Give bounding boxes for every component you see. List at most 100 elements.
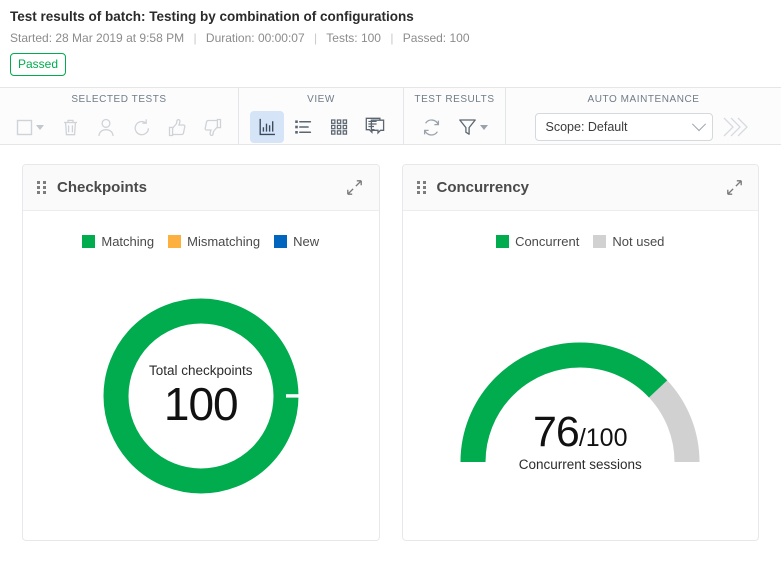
meta-separator: | xyxy=(308,31,323,45)
status-badge: Passed xyxy=(10,53,66,76)
apply-maintenance-button[interactable] xyxy=(719,111,753,143)
double-chevron-right-icon xyxy=(720,114,752,140)
page-header: Test results of batch: Testing by combin… xyxy=(0,0,781,80)
legend-item-new: New xyxy=(274,234,319,249)
toolbar-group-icons xyxy=(412,110,497,144)
toolbar-group-view: VIEW xyxy=(238,88,403,144)
meta-separator: | xyxy=(187,31,202,45)
legend-item-matching: Matching xyxy=(82,234,154,249)
legend-item-mismatching: Mismatching xyxy=(168,234,260,249)
legend-label: Concurrent xyxy=(515,234,579,249)
legend-swatch xyxy=(82,235,95,248)
expand-button[interactable] xyxy=(724,178,744,198)
run-metadata: Started: 28 Mar 2019 at 9:58 PM | Durati… xyxy=(10,31,771,46)
view-details-button[interactable] xyxy=(358,111,392,143)
chevron-down-icon xyxy=(691,117,705,131)
thumbs-up-button[interactable] xyxy=(161,111,195,143)
chart-legend: Matching Mismatching New xyxy=(82,231,319,251)
card-title: Checkpoints xyxy=(57,179,345,196)
legend-swatch xyxy=(496,235,509,248)
meta-separator: | xyxy=(384,31,399,45)
legend-label: Mismatching xyxy=(187,234,260,249)
legend-item-concurrent: Concurrent xyxy=(496,234,579,249)
toolbar-group-icons xyxy=(247,110,395,144)
toolbar: SELECTED TESTS xyxy=(0,87,781,145)
toolbar-group-auto-maintenance: AUTO MAINTENANCE Scope: Default xyxy=(505,88,781,144)
donut-slice-matching xyxy=(116,311,286,481)
card-title: Concurrency xyxy=(437,179,725,196)
chevron-down-icon xyxy=(480,125,488,130)
delete-button[interactable] xyxy=(54,111,88,143)
dashboard-cards: Checkpoints Matching Mismatching xyxy=(0,145,781,541)
chart-legend: Concurrent Not used xyxy=(496,231,664,251)
legend-label: New xyxy=(293,234,319,249)
cards-icon xyxy=(364,117,386,138)
person-icon xyxy=(96,117,116,138)
gauge-value: 76 xyxy=(533,409,579,455)
card-header: Concurrency xyxy=(403,165,759,211)
meta-passed: Passed: 100 xyxy=(403,31,470,45)
legend-swatch xyxy=(593,235,606,248)
card-concurrency: Concurrency Concurrent Not used xyxy=(402,164,760,541)
gauge-caption: Concurrent sessions xyxy=(519,456,642,474)
drag-handle-icon[interactable] xyxy=(417,181,426,195)
donut-chart[interactable]: Total checkpoints 100 xyxy=(101,296,301,496)
donut-gap xyxy=(286,394,301,397)
gauge-value-row: 76 /100 xyxy=(533,409,628,455)
legend-label: Matching xyxy=(101,234,154,249)
donut-chart-svg xyxy=(101,296,301,496)
card-header: Checkpoints xyxy=(23,165,379,211)
expand-icon xyxy=(726,179,743,196)
chart-area: Total checkpoints 100 xyxy=(23,251,379,540)
toolbar-group-controls: Scope: Default xyxy=(514,110,773,144)
filter-button[interactable] xyxy=(451,111,495,143)
gauge-total: /100 xyxy=(579,423,628,453)
select-all-checkbox[interactable] xyxy=(8,111,52,143)
chevron-down-icon xyxy=(36,125,44,130)
toolbar-group-selected-tests: SELECTED TESTS xyxy=(0,88,238,144)
view-list-button[interactable] xyxy=(286,111,320,143)
scope-select[interactable]: Scope: Default xyxy=(535,113,713,141)
chart-area: 76 /100 Concurrent sessions xyxy=(403,251,759,540)
toolbar-group-label: SELECTED TESTS xyxy=(8,88,230,110)
toolbar-group-label: VIEW xyxy=(247,88,395,110)
meta-duration: Duration: 00:00:07 xyxy=(206,31,305,45)
gauge-chart[interactable]: 76 /100 Concurrent sessions xyxy=(449,316,711,476)
view-grid-button[interactable] xyxy=(322,111,356,143)
expand-button[interactable] xyxy=(345,178,365,198)
card-body: Matching Mismatching New xyxy=(23,211,379,540)
legend-item-not-used: Not used xyxy=(593,234,664,249)
toolbar-group-label: AUTO MAINTENANCE xyxy=(514,88,773,110)
legend-swatch xyxy=(168,235,181,248)
legend-swatch xyxy=(274,235,287,248)
legend-label: Not used xyxy=(612,234,664,249)
thumbs-down-icon xyxy=(203,117,223,138)
list-icon xyxy=(293,117,313,137)
expand-icon xyxy=(346,179,363,196)
bar-chart-icon xyxy=(257,117,277,137)
scope-select-value: Scope: Default xyxy=(546,120,628,134)
refresh-icon xyxy=(421,117,442,138)
card-body: Concurrent Not used xyxy=(403,211,759,540)
thumbs-down-button[interactable] xyxy=(196,111,230,143)
meta-tests: Tests: 100 xyxy=(326,31,381,45)
rotate-icon xyxy=(132,117,152,138)
grid-icon xyxy=(329,117,349,137)
status-badge-row: Passed xyxy=(10,53,771,76)
gauge-center-labels: 76 /100 Concurrent sessions xyxy=(449,409,711,474)
filter-icon xyxy=(458,117,477,137)
view-chart-button[interactable] xyxy=(250,111,284,143)
meta-started: Started: 28 Mar 2019 at 9:58 PM xyxy=(10,31,184,45)
toolbar-group-test-results: TEST RESULTS xyxy=(403,88,505,144)
checkbox-icon xyxy=(16,119,33,136)
assign-user-button[interactable] xyxy=(89,111,123,143)
refresh-button[interactable] xyxy=(415,111,449,143)
trash-icon xyxy=(61,117,80,138)
thumbs-up-icon xyxy=(167,117,187,138)
page-title: Test results of batch: Testing by combin… xyxy=(10,8,771,26)
toolbar-group-icons xyxy=(8,110,230,144)
drag-handle-icon[interactable] xyxy=(37,181,46,195)
card-checkpoints: Checkpoints Matching Mismatching xyxy=(22,164,380,541)
rerun-button[interactable] xyxy=(125,111,159,143)
toolbar-group-label: TEST RESULTS xyxy=(412,88,497,110)
